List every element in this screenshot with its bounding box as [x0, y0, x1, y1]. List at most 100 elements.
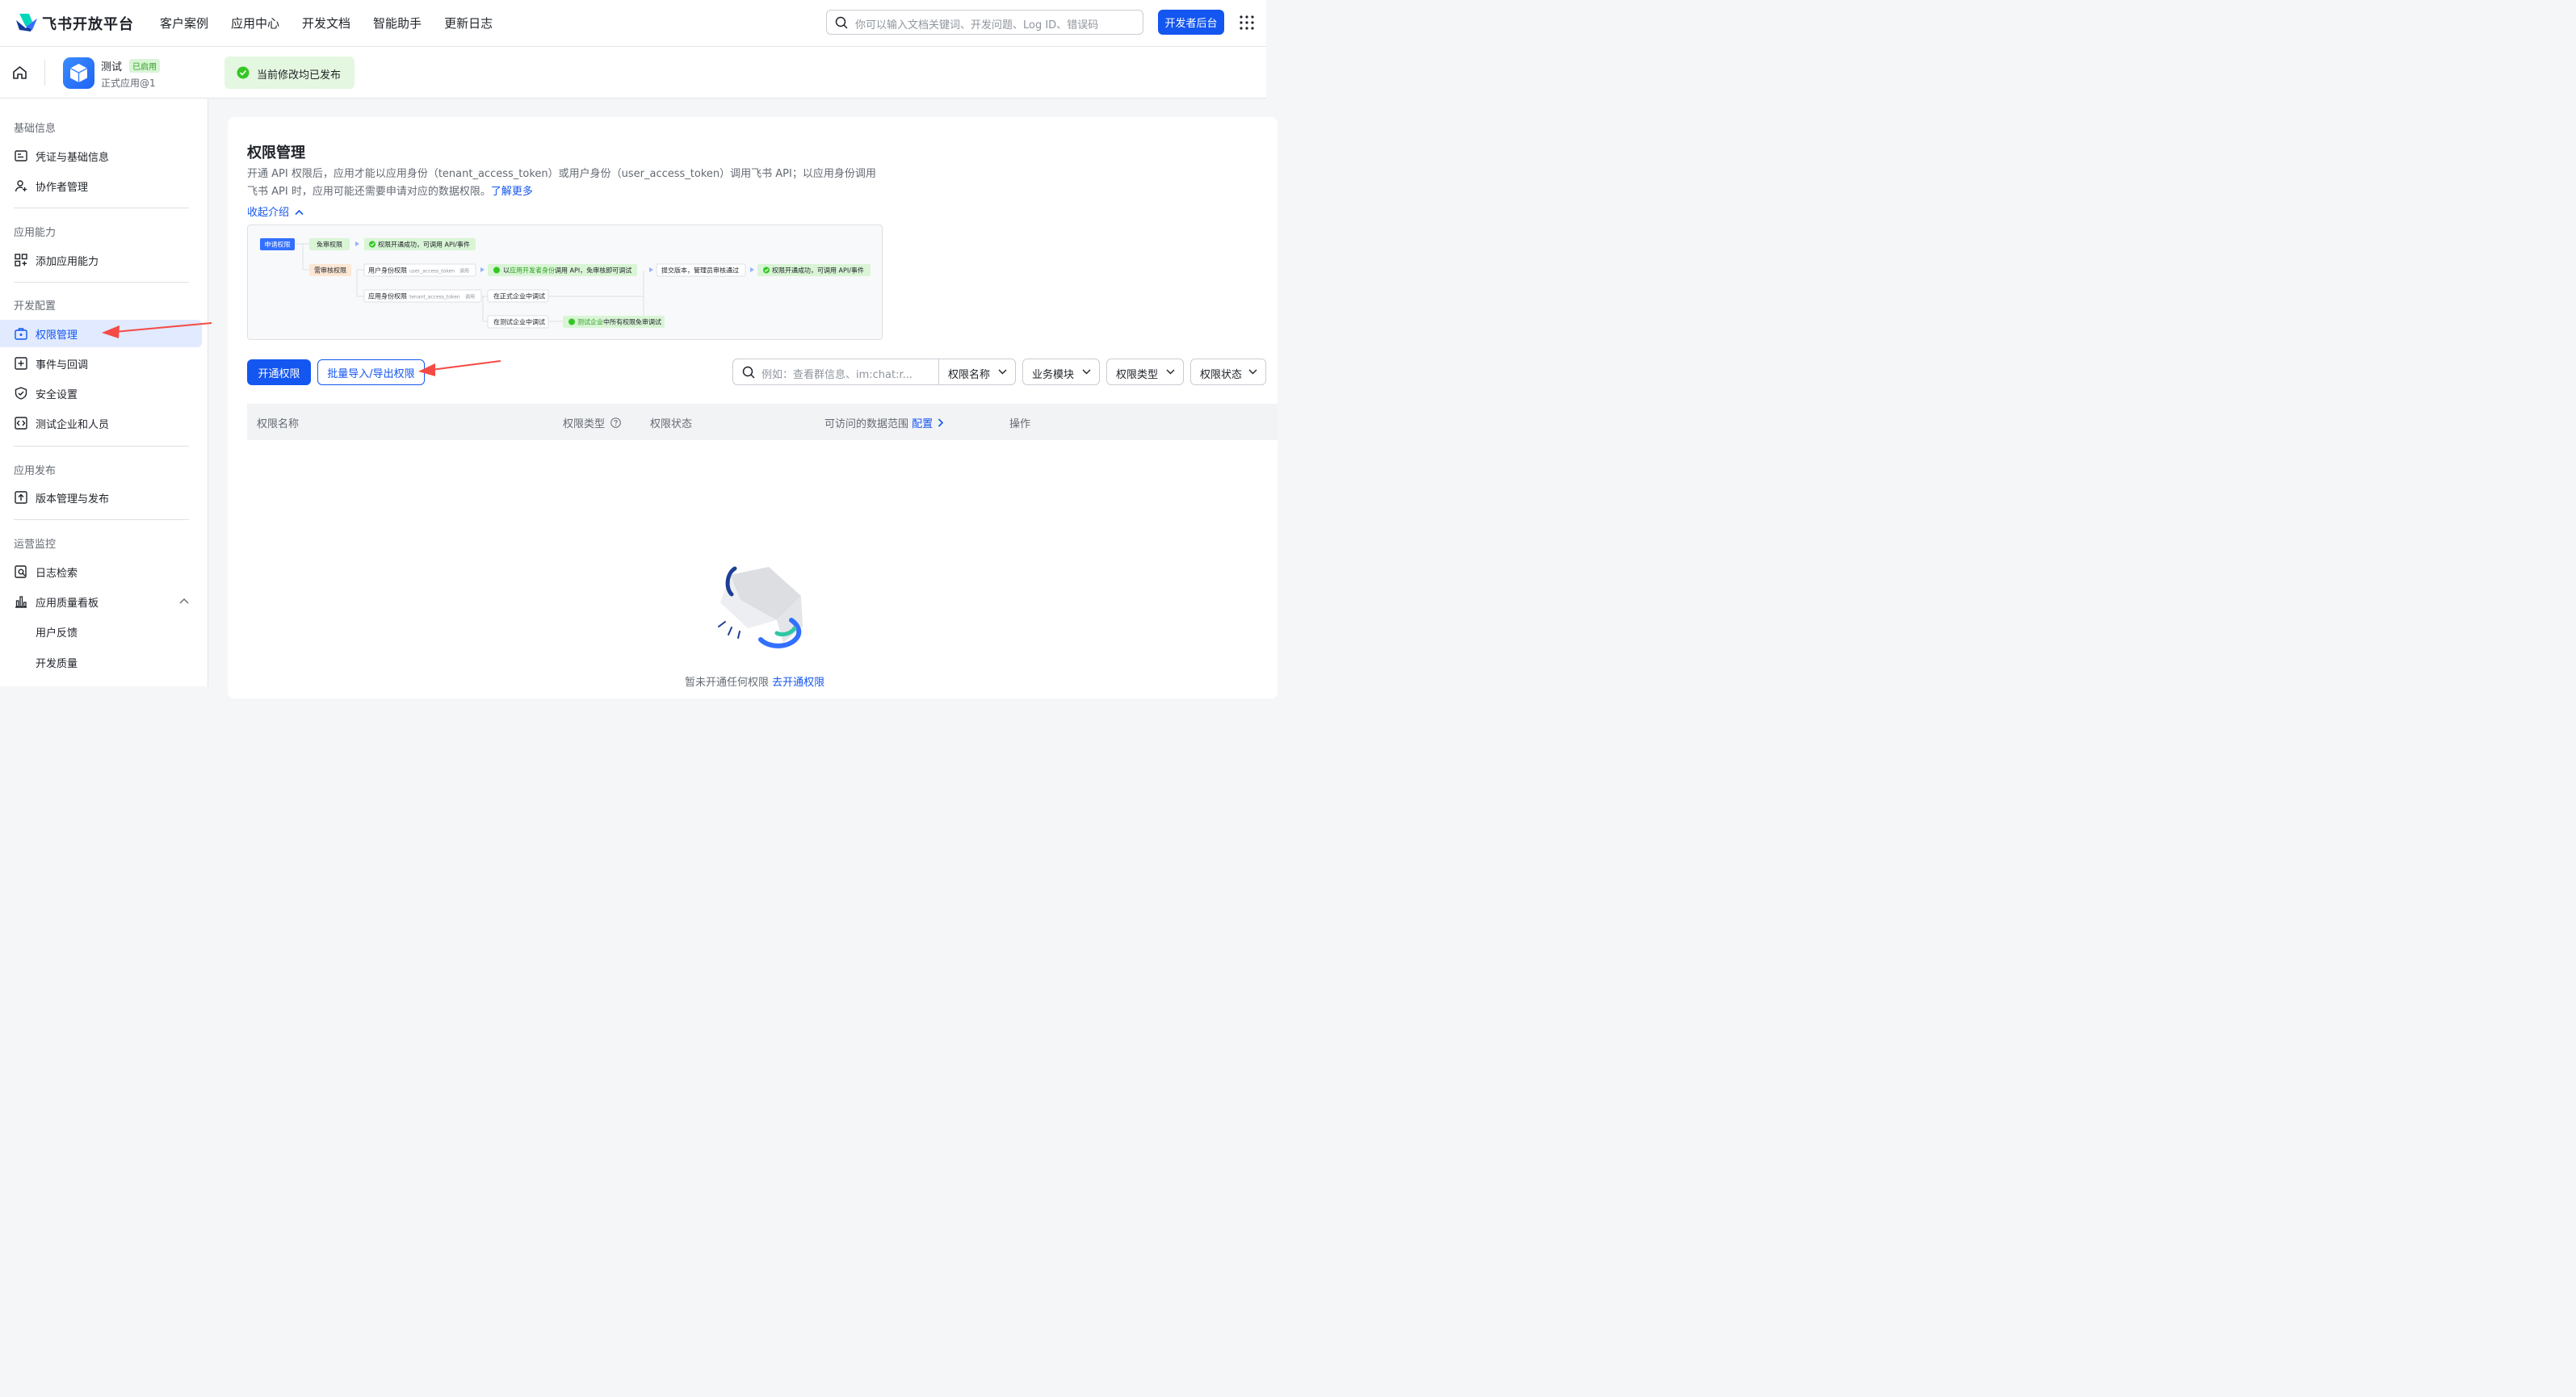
flow-text-formal-debug: 在正式企业中调试: [493, 292, 545, 300]
developer-console-button[interactable]: 开发者后台: [1158, 10, 1224, 35]
help-circle-icon[interactable]: [610, 417, 621, 428]
sidebar-item-label: 权限管理: [36, 329, 78, 342]
sidebar-item-label: 凭证与基础信息: [36, 152, 110, 164]
flow-text-free-result: 权限开通成功，可调用 API/事件: [378, 241, 470, 249]
page-description: 开通 API 权限后，应用才能以应用身份（tenant_access_token…: [247, 166, 885, 201]
permissions-panel: 权限管理 开通 API 权限后，应用才能以应用身份（tenant_access_…: [228, 117, 1278, 698]
chevron-down-icon: [998, 369, 1007, 375]
sidebar-item-events[interactable]: 事件与回调: [0, 350, 202, 377]
app-avatar[interactable]: [63, 57, 94, 89]
permission-bag-icon: [15, 328, 27, 340]
search-placeholder: 你可以输入文档关键词、开发问题、Log ID、错误码: [855, 19, 1099, 31]
permission-search-placeholder: 例如：查看群信息、im:chat:r...: [761, 369, 913, 381]
flow-text-dev-highlight: 应用开发者身份: [510, 266, 555, 275]
permission-search-input[interactable]: 例如：查看群信息、im:chat:r...: [732, 359, 939, 385]
sidebar-item-label: 用户反馈: [36, 627, 78, 640]
code-icon: [15, 417, 27, 430]
feishu-logo-icon[interactable]: [15, 12, 39, 33]
nav-ai-assistant[interactable]: 智能助手: [373, 15, 422, 31]
col-data-scope-label: 可访问的数据范围: [824, 418, 909, 430]
open-permission-button[interactable]: 开通权限: [247, 359, 311, 385]
learn-more-link[interactable]: 了解更多: [491, 186, 533, 198]
flow-diagram-svg: 申请权限 免审权限 权限开通成功，可调用 API/事件 需审核权限 用户身份权限…: [260, 238, 871, 329]
col-operations: 操作: [1009, 418, 1031, 430]
sidebar: 基础信息 凭证与基础信息 协作者管理 应用能力 添加应用能力 开发配置 权限管理…: [0, 99, 208, 686]
app-version: 正式应用@1: [101, 78, 156, 89]
sidebar-item-label: 开发质量: [36, 658, 78, 670]
sidebar-item-quality-dashboard[interactable]: 应用质量看板: [0, 588, 202, 615]
collapse-intro-toggle[interactable]: 收起介绍: [247, 203, 304, 219]
upload-box-icon: [15, 491, 27, 504]
sidebar-item-label: 应用质量看板: [36, 598, 99, 610]
filter-business-module-select[interactable]: 业务模块: [1022, 359, 1100, 385]
flow-text-dev-identity: 以应用开发者身份调用 API，免审核即可调试: [503, 266, 631, 275]
nav-app-center[interactable]: 应用中心: [231, 15, 279, 31]
log-search-icon: [15, 565, 27, 578]
filter-permission-status-select[interactable]: 权限状态: [1190, 359, 1266, 385]
cube-icon: [69, 64, 88, 82]
flow-text-final-result: 权限开通成功，可调用 API/事件: [772, 266, 864, 275]
doc-search-input[interactable]: 你可以输入文档关键词、开发问题、Log ID、错误码: [826, 10, 1143, 35]
batch-import-export-button[interactable]: 批量导入/导出权限: [317, 359, 425, 385]
chevron-down-icon: [1082, 369, 1091, 375]
filter-label: 业务模块: [1032, 369, 1075, 381]
bar-chart-icon: [15, 596, 27, 608]
app-grid-icon[interactable]: [1240, 15, 1254, 30]
flow-text-user-identity: 用户身份权限: [368, 266, 407, 275]
divider: [14, 519, 189, 520]
sidebar-section-release: 应用发布: [14, 465, 57, 477]
sidebar-section-capabilities: 应用能力: [14, 227, 57, 239]
sidebar-section-dev-config: 开发配置: [14, 300, 57, 313]
flow-text-submit: 提交版本，管理员审核通过: [661, 266, 739, 275]
id-card-icon: [15, 150, 27, 162]
sidebar-section-monitoring: 运营监控: [14, 539, 57, 551]
app-name: 测试: [101, 61, 123, 73]
filter-permission-name-select[interactable]: 权限名称: [938, 359, 1016, 385]
nav-changelog[interactable]: 更新日志: [444, 15, 493, 31]
sidebar-item-label: 协作者管理: [36, 182, 89, 194]
col-permission-type-label: 权限类型: [563, 418, 606, 430]
sidebar-item-permissions[interactable]: 权限管理: [0, 320, 202, 347]
filter-label: 权限名称: [948, 369, 991, 381]
empty-state-text: 暂未开通任何权限 去开通权限: [685, 673, 824, 689]
divider: [14, 282, 189, 283]
nav-dev-docs[interactable]: 开发文档: [302, 15, 350, 31]
flow-text-call-1: 调用: [459, 268, 469, 275]
sidebar-item-test-tenants[interactable]: 测试企业和人员: [0, 409, 202, 437]
flow-text-test-highlight: 测试企业: [577, 318, 603, 326]
collapse-intro-label: 收起介绍: [247, 207, 290, 219]
sidebar-item-label: 版本管理与发布: [36, 493, 110, 506]
chevron-up-icon[interactable]: [179, 598, 189, 604]
shield-icon: [15, 387, 27, 400]
sidebar-section-basic: 基础信息: [14, 123, 57, 135]
sidebar-item-collaborators[interactable]: 协作者管理: [0, 172, 202, 199]
flow-text-review: 需审核权限: [314, 266, 346, 275]
sidebar-item-versions[interactable]: 版本管理与发布: [0, 484, 202, 511]
flow-text-test-free: 测试企业中所有权限免审调试: [577, 318, 661, 326]
sidebar-item-user-feedback[interactable]: 用户反馈: [0, 618, 202, 645]
filter-permission-type-select[interactable]: 权限类型: [1106, 359, 1184, 385]
sidebar-item-label: 添加应用能力: [36, 256, 99, 268]
chevron-down-icon: [1248, 369, 1257, 375]
sidebar-item-dev-quality[interactable]: 开发质量: [0, 648, 202, 676]
flow-text-call-2: 调用: [465, 294, 475, 300]
home-icon[interactable]: [12, 65, 27, 80]
sidebar-item-add-capability[interactable]: 添加应用能力: [0, 246, 202, 274]
sidebar-item-credentials[interactable]: 凭证与基础信息: [0, 142, 202, 170]
flow-text-dev-prefix: 以: [503, 267, 510, 275]
sidebar-item-security[interactable]: 安全设置: [0, 380, 202, 407]
flow-text-tenant-token: tenant_access_token: [409, 295, 460, 300]
grid-add-icon: [15, 254, 27, 266]
filter-label: 权限状态: [1200, 369, 1243, 381]
data-scope-config-link[interactable]: 配置: [912, 418, 933, 430]
sidebar-item-log-search[interactable]: 日志检索: [0, 558, 202, 585]
user-add-icon: [15, 180, 27, 192]
filter-label: 权限类型: [1116, 369, 1159, 381]
description-text: 开通 API 权限后，应用才能以应用身份（tenant_access_token…: [247, 168, 876, 198]
brand-name[interactable]: 飞书开放平台: [42, 13, 134, 34]
permission-table-header: 权限名称 权限类型 权限状态 可访问的数据范围 配置 操作: [247, 404, 1278, 440]
nav-customer-cases[interactable]: 客户案例: [160, 15, 208, 31]
chevron-right-icon[interactable]: [938, 418, 944, 427]
go-open-permission-link[interactable]: 去开通权限: [772, 677, 824, 689]
empty-box-illustration: [718, 566, 803, 648]
